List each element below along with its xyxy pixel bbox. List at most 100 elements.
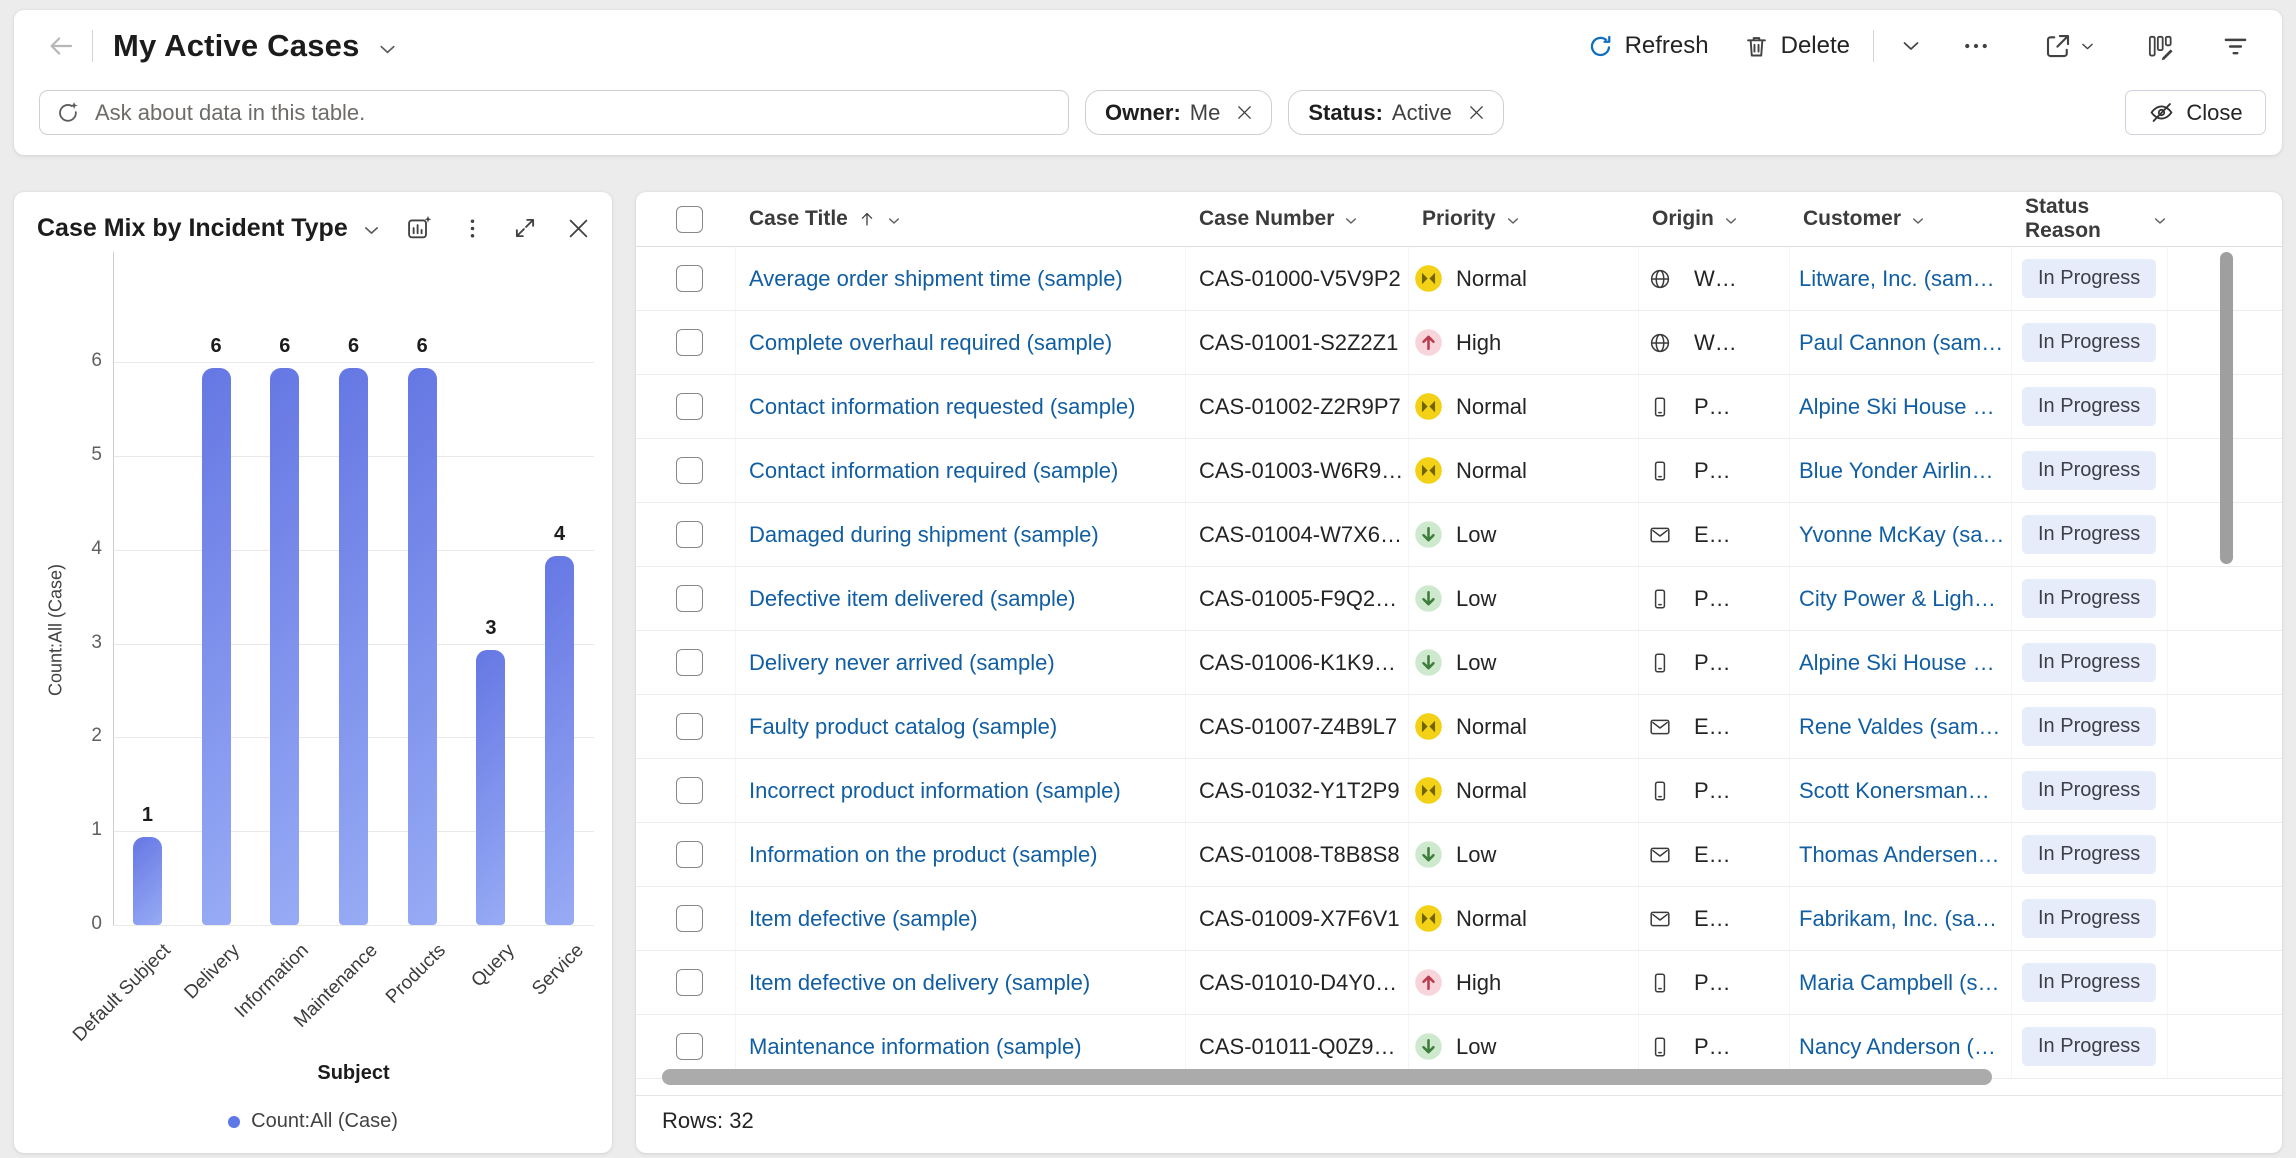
origin-cell: E… — [1639, 503, 1790, 566]
case-title-link[interactable]: Defective item delivered (sample) — [749, 586, 1075, 612]
case-title-link[interactable]: Contact information requested (sample) — [749, 394, 1135, 420]
bar-maintenance[interactable] — [339, 368, 368, 925]
delete-button[interactable]: Delete — [1726, 22, 1867, 70]
commands-chevron-button[interactable] — [1880, 22, 1942, 70]
customer-link[interactable]: Scott Konersman… — [1799, 778, 1990, 804]
row-checkbox[interactable] — [676, 457, 703, 484]
row-checkbox[interactable] — [676, 713, 703, 740]
priority-cell: High — [1409, 311, 1639, 374]
row-checkbox-cell — [636, 695, 736, 758]
case-title-link[interactable]: Incorrect product information (sample) — [749, 778, 1121, 804]
column-header-case-number[interactable]: Case Number — [1186, 192, 1409, 246]
row-checkbox[interactable] — [676, 841, 703, 868]
edit-columns-button[interactable] — [2127, 22, 2194, 70]
y-tick-label: 1 — [50, 819, 102, 841]
row-checkbox[interactable] — [676, 329, 703, 356]
table-row[interactable]: Contact information required (sample)CAS… — [636, 439, 2282, 503]
row-checkbox[interactable] — [676, 969, 703, 996]
customer-link[interactable]: Nancy Anderson (… — [1799, 1034, 1996, 1060]
case-title-link[interactable]: Item defective (sample) — [749, 906, 978, 932]
table-row[interactable]: Complete overhaul required (sample)CAS-0… — [636, 311, 2282, 375]
customer-link[interactable]: Blue Yonder Airlin… — [1799, 458, 1993, 484]
table-row[interactable]: Contact information requested (sample)CA… — [636, 375, 2282, 439]
customer-link[interactable]: Yvonne McKay (sa… — [1799, 522, 2004, 548]
row-checkbox[interactable] — [676, 393, 703, 420]
filter-pill-status[interactable]: Status: Active — [1288, 90, 1503, 135]
case-title-link[interactable]: Average order shipment time (sample) — [749, 266, 1123, 292]
row-checkbox[interactable] — [676, 1033, 703, 1060]
table-row[interactable]: Defective item delivered (sample)CAS-010… — [636, 567, 2282, 631]
origin-phone-icon — [1648, 395, 1672, 419]
bar-default-subject[interactable] — [133, 837, 162, 925]
column-header-case-title[interactable]: Case Title — [736, 192, 1186, 246]
customer-link[interactable]: Rene Valdes (sam… — [1799, 714, 2000, 740]
case-title-cell: Item defective on delivery (sample) — [736, 951, 1186, 1014]
customer-link[interactable]: Paul Cannon (sam… — [1799, 330, 2003, 356]
case-title-link[interactable]: Damaged during shipment (sample) — [749, 522, 1099, 548]
refresh-button[interactable]: Refresh — [1570, 22, 1726, 70]
row-checkbox[interactable] — [676, 905, 703, 932]
close-assistant-button[interactable]: Close — [2125, 90, 2266, 135]
row-checkbox-cell — [636, 375, 736, 438]
remove-filter-icon[interactable] — [1234, 102, 1255, 123]
filter-pill-owner[interactable]: Owner: Me — [1085, 90, 1272, 135]
customer-link[interactable]: Maria Campbell (s… — [1799, 970, 2000, 996]
bar-products[interactable] — [408, 368, 437, 925]
customer-cell: Alpine Ski House … — [1790, 375, 2012, 438]
case-number: CAS-01011-Q0Z9… — [1199, 1034, 1395, 1060]
column-header-status-reason[interactable]: Status Reason — [2012, 192, 2168, 246]
table-row[interactable]: Information on the product (sample)CAS-0… — [636, 823, 2282, 887]
case-title-link[interactable]: Delivery never arrived (sample) — [749, 650, 1055, 676]
case-title-cell: Incorrect product information (sample) — [736, 759, 1186, 822]
select-all-checkbox[interactable] — [676, 206, 703, 233]
back-arrow-icon[interactable] — [46, 31, 76, 61]
row-checkbox[interactable] — [676, 585, 703, 612]
ask-data-input[interactable] — [93, 99, 1060, 127]
bar-service[interactable] — [545, 556, 574, 925]
case-title-link[interactable]: Maintenance information (sample) — [749, 1034, 1082, 1060]
share-button[interactable] — [2024, 22, 2115, 70]
row-checkbox[interactable] — [676, 777, 703, 804]
case-title-link[interactable]: Faulty product catalog (sample) — [749, 714, 1057, 740]
customer-link[interactable]: Litware, Inc. (sam… — [1799, 266, 1995, 292]
table-row[interactable]: Item defective (sample)CAS-01009-X7F6V1N… — [636, 887, 2282, 951]
more-commands-button[interactable] — [1942, 22, 2010, 70]
bar-information[interactable] — [270, 368, 299, 925]
row-checkbox[interactable] — [676, 649, 703, 676]
case-title-link[interactable]: Complete overhaul required (sample) — [749, 330, 1112, 356]
status-cell: In Progress — [2012, 567, 2168, 630]
customer-link[interactable]: Fabrikam, Inc. (sa… — [1799, 906, 1997, 932]
table-row[interactable]: Item defective on delivery (sample)CAS-0… — [636, 951, 2282, 1015]
customer-link[interactable]: Alpine Ski House … — [1799, 394, 1995, 420]
vertical-scrollbar[interactable] — [2220, 252, 2233, 564]
customer-link[interactable]: City Power & Ligh… — [1799, 586, 1996, 612]
remove-filter-icon[interactable] — [1466, 102, 1487, 123]
column-header-origin[interactable]: Origin — [1639, 192, 1790, 246]
column-header-customer[interactable]: Customer — [1790, 192, 2012, 246]
table-row[interactable]: Incorrect product information (sample)CA… — [636, 759, 2282, 823]
bar-delivery[interactable] — [202, 368, 231, 925]
table-row[interactable]: Delivery never arrived (sample)CAS-01006… — [636, 631, 2282, 695]
case-title-link[interactable]: Contact information required (sample) — [749, 458, 1118, 484]
customer-link[interactable]: Alpine Ski House … — [1799, 650, 1995, 676]
table-row[interactable]: Faulty product catalog (sample)CAS-01007… — [636, 695, 2282, 759]
case-title-cell: Contact information required (sample) — [736, 439, 1186, 502]
row-checkbox[interactable] — [676, 265, 703, 292]
priority-label: High — [1456, 330, 1501, 356]
view-selector-chevron-icon[interactable] — [376, 38, 399, 61]
case-title-link[interactable]: Information on the product (sample) — [749, 842, 1098, 868]
case-title-link[interactable]: Item defective on delivery (sample) — [749, 970, 1090, 996]
customer-link[interactable]: Thomas Andersen… — [1799, 842, 2000, 868]
row-checkbox[interactable] — [676, 521, 703, 548]
column-header-priority[interactable]: Priority — [1409, 192, 1639, 246]
row-count: Rows: 32 — [662, 1108, 754, 1134]
table-row[interactable]: Damaged during shipment (sample)CAS-0100… — [636, 503, 2282, 567]
bar-query[interactable] — [476, 650, 505, 925]
status-badge: In Progress — [2022, 963, 2156, 1002]
origin-label: E… — [1694, 906, 1731, 932]
table-row[interactable]: Average order shipment time (sample)CAS-… — [636, 247, 2282, 311]
horizontal-scrollbar[interactable] — [662, 1069, 1992, 1085]
filter-button[interactable] — [2202, 22, 2256, 70]
y-axis-title: Count:All (Case) — [46, 564, 67, 696]
row-filler-cell — [2168, 631, 2282, 694]
